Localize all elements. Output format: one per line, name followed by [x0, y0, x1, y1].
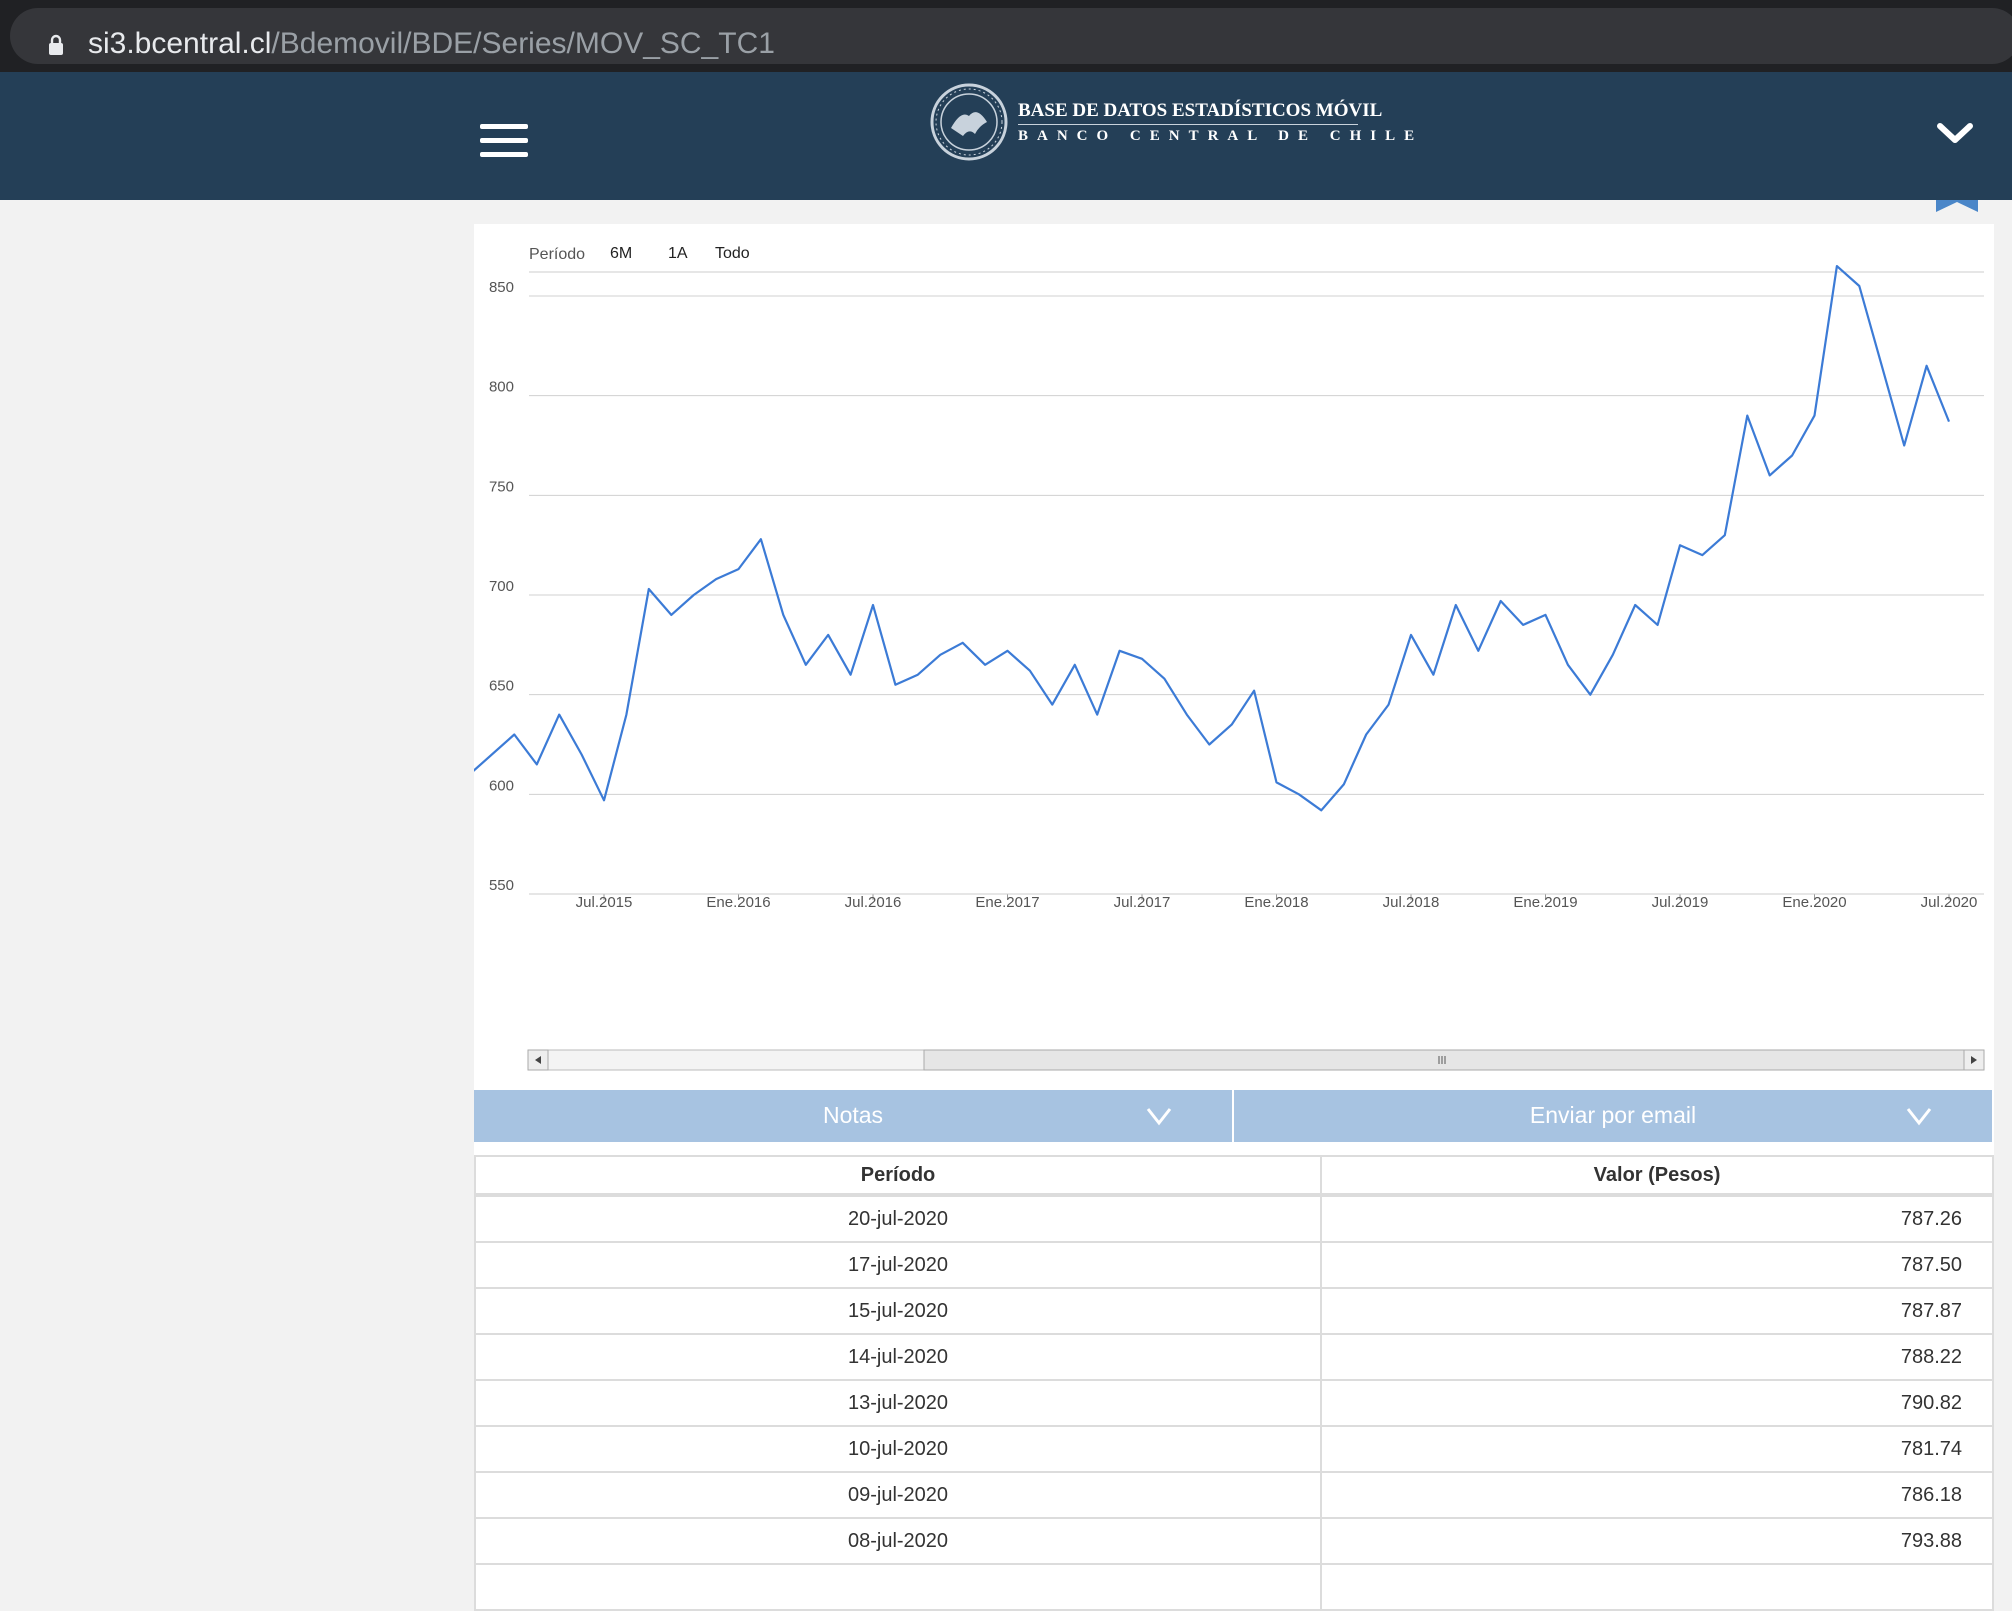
table-header-row: Período Valor (Pesos) [473, 1155, 1994, 1197]
cell-value: 786.18 [1320, 1471, 1994, 1519]
navigator-scrollbar[interactable] [527, 1049, 1985, 1071]
url-path: /Bdemovil/BDE/Series/MOV_SC_TC1 [271, 27, 775, 60]
y-tick-label: 600 [489, 777, 514, 794]
cell-value [1320, 1563, 1994, 1611]
browser-address-bar: si3.bcentral.cl/Bdemovil/BDE/Series/MOV_… [0, 0, 2012, 72]
x-tick-label: Jul.2017 [1114, 894, 1171, 911]
table-row [473, 1563, 1994, 1611]
x-tick-label: Jul.2020 [1921, 894, 1978, 911]
lock-icon [49, 34, 63, 55]
y-tick-label: 850 [489, 279, 514, 296]
cell-value: 793.88 [1320, 1517, 1994, 1565]
cell-period: 10-jul-2020 [473, 1425, 1323, 1473]
table-row: 17-jul-2020 787.50 [473, 1241, 1994, 1289]
table-row: 09-jul-2020 786.18 [473, 1471, 1994, 1519]
cell-period: 15-jul-2020 [473, 1287, 1323, 1335]
cell-period [473, 1563, 1323, 1611]
cell-value: 788.22 [1320, 1333, 1994, 1381]
hamburger-menu-icon[interactable] [480, 124, 528, 158]
table-row: 15-jul-2020 787.87 [473, 1287, 1994, 1335]
x-tick-label: Ene.2020 [1782, 894, 1846, 911]
chevron-down-icon [1906, 1108, 1932, 1126]
site-subtitle: BANCO CENTRAL DE CHILE [1018, 128, 1424, 144]
table-row: 20-jul-2020 787.26 [473, 1194, 1994, 1243]
y-tick-label: 800 [489, 379, 514, 396]
range-button-todo[interactable]: Todo [715, 245, 750, 262]
y-tick-label: 750 [489, 478, 514, 495]
email-label: Enviar por email [1529, 1102, 1697, 1128]
chevron-down-icon[interactable] [1935, 118, 1975, 148]
range-button-1a[interactable]: 1A [668, 245, 688, 262]
y-tick-label: 650 [489, 678, 514, 695]
url-text: si3.bcentral.cl/Bdemovil/BDE/Series/MOV_… [88, 24, 775, 64]
x-tick-label: Jul.2016 [845, 894, 902, 911]
cell-period: 09-jul-2020 [473, 1471, 1323, 1519]
table-row: 10-jul-2020 781.74 [473, 1425, 1994, 1473]
table-body: 20-jul-2020 787.26 17-jul-2020 787.50 15-jul… [473, 1194, 1994, 1611]
x-tick-label: Ene.2019 [1513, 894, 1577, 911]
values-table: Período Valor (Pesos) 20-jul-2020 787.26 1… [473, 1155, 1994, 1611]
cell-value: 790.82 [1320, 1379, 1994, 1427]
y-axis: 850 800 750 700 650 600 550 [489, 279, 514, 894]
y-tick-label: 700 [489, 578, 514, 595]
notas-label: Notas [822, 1102, 884, 1128]
cell-value: 787.87 [1320, 1287, 1994, 1335]
column-header-period: Período [473, 1155, 1323, 1197]
x-tick-label: Jul.2019 [1652, 894, 1709, 911]
range-selector-label: Período [529, 246, 585, 263]
title-divider [1018, 124, 1358, 125]
cell-period: 17-jul-2020 [473, 1241, 1323, 1289]
url-field[interactable]: si3.bcentral.cl/Bdemovil/BDE/Series/MOV_… [10, 8, 2012, 64]
table-row: 13-jul-2020 790.82 [473, 1379, 1994, 1427]
table-row: 08-jul-2020 793.88 [473, 1517, 1994, 1565]
range-button-6m[interactable]: 6M [610, 245, 632, 262]
scrollbar-thumb[interactable] [923, 1049, 1965, 1071]
email-accordion[interactable]: Enviar por email [1234, 1090, 1992, 1142]
x-tick-label: Ene.2016 [706, 894, 770, 911]
cell-period: 08-jul-2020 [473, 1517, 1323, 1565]
exchange-rate-chart: Período 6M 1A Todo 850 800 750 700 650 600 550… [474, 245, 1985, 1071]
site-title: BASE DE DATOS ESTADÍSTICOS MÓVIL [1018, 100, 1383, 121]
cell-value: 787.26 [1320, 1194, 1994, 1243]
x-tick-label: Jul.2018 [1383, 894, 1440, 911]
cell-value: 787.50 [1320, 1241, 1994, 1289]
cell-period: 13-jul-2020 [473, 1379, 1323, 1427]
cell-period: 20-jul-2020 [473, 1194, 1323, 1243]
chevron-down-icon [1146, 1108, 1172, 1126]
x-axis: Jul.2015 Ene.2016 Jul.2016 Ene.2017 Jul.2017… [529, 893, 1984, 911]
table-row: 14-jul-2020 788.22 [473, 1333, 1994, 1381]
x-tick-label: Jul.2015 [576, 894, 633, 911]
cell-value: 781.74 [1320, 1425, 1994, 1473]
column-header-value: Valor (Pesos) [1320, 1155, 1994, 1197]
url-host: si3.bcentral.cl [88, 27, 272, 60]
cell-period: 14-jul-2020 [473, 1333, 1323, 1381]
chart-grid [529, 295, 1984, 895]
y-tick-label: 550 [489, 877, 514, 894]
series-line [474, 265, 1951, 812]
x-tick-label: Ene.2018 [1244, 894, 1308, 911]
notas-accordion[interactable]: Notas [474, 1090, 1232, 1142]
x-tick-label: Ene.2017 [975, 894, 1039, 911]
bank-seal-logo [930, 83, 1008, 161]
bookmark-icon[interactable] [1934, 200, 1980, 214]
